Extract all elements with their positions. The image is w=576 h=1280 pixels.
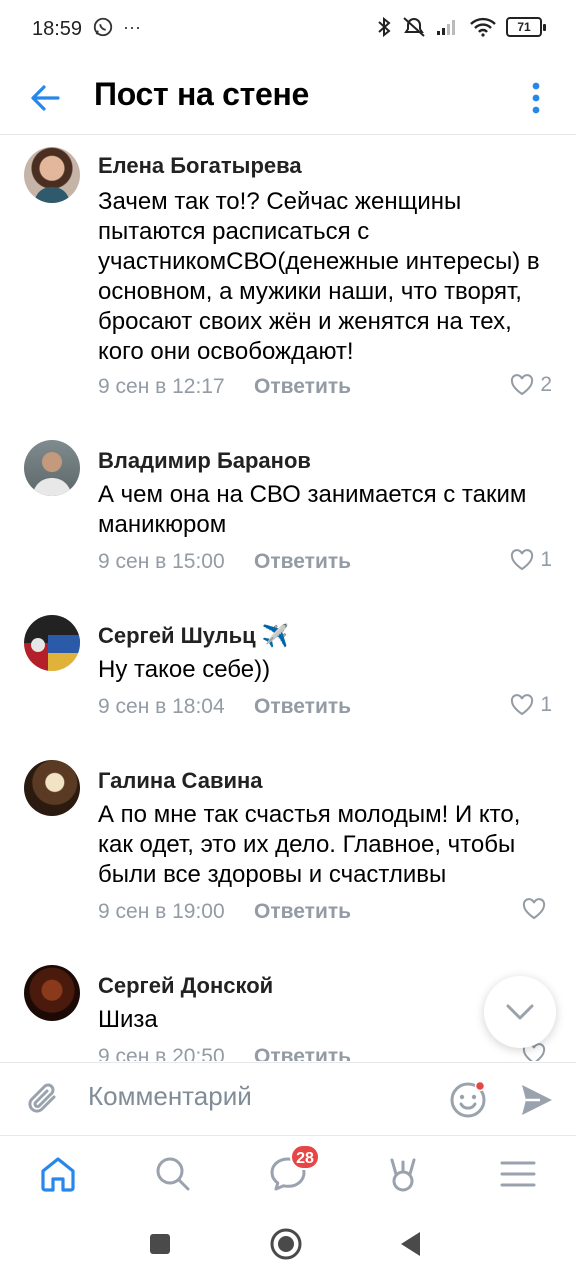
like-button[interactable]: 2 — [510, 373, 552, 397]
avatar[interactable] — [24, 965, 80, 1021]
nav-messages[interactable]: 28 — [266, 1144, 320, 1196]
reply-button[interactable]: Ответить — [254, 900, 351, 924]
comment-text: А чем она на СВО занимается с таким мани… — [98, 481, 527, 538]
services-icon — [390, 1158, 416, 1192]
attach-button[interactable] — [24, 1079, 64, 1124]
battery-icon: 71 — [506, 17, 546, 37]
comment-item: Владимир Баранов А чем она на СВО занима… — [0, 430, 576, 580]
smile-icon — [450, 1080, 486, 1118]
reply-button[interactable]: Ответить — [254, 550, 351, 574]
search-icon — [156, 1157, 190, 1191]
comment-author[interactable]: Владимир Баранов — [98, 448, 311, 474]
comment-author[interactable]: Сергей Донской — [98, 973, 273, 999]
comment-text: А по мне так счастья молодым! И кто, как… — [98, 801, 521, 888]
heart-icon — [511, 694, 534, 716]
avatar[interactable] — [24, 147, 80, 203]
comment-item: Галина Савина А по мне так счастья молод… — [0, 750, 576, 930]
comment-author[interactable]: Галина Савина — [98, 768, 263, 794]
battery-level: 71 — [506, 17, 542, 37]
vertical-dots-icon — [532, 82, 540, 114]
comment-author[interactable]: Елена Богатырева — [98, 153, 302, 179]
notification-icons: ··· — [92, 16, 141, 38]
menu-icon — [500, 1161, 536, 1187]
heart-icon — [522, 898, 546, 920]
triangle-back-icon — [401, 1232, 420, 1256]
comment-item: Елена Богатырева Зачем так то!? Сейчас ж… — [0, 135, 576, 425]
reply-button[interactable]: Ответить — [254, 375, 351, 399]
messages-badge: 28 — [290, 1144, 320, 1170]
bottom-navigation: 28 — [0, 1136, 576, 1212]
reply-button[interactable]: Ответить — [254, 695, 351, 719]
comment-input[interactable] — [88, 1081, 428, 1112]
like-button[interactable]: 1 — [510, 548, 552, 572]
bluetooth-icon — [378, 16, 391, 38]
status-bar: 18:59 ··· 71 — [0, 0, 576, 60]
back-system-button[interactable] — [398, 1230, 424, 1263]
comment-item: Сергей Шульц ✈️ Ну такое себе)) 9 сен в … — [0, 605, 576, 725]
recent-apps-button[interactable] — [148, 1232, 172, 1261]
nav-menu[interactable] — [496, 1152, 540, 1196]
like-count: 2 — [540, 373, 552, 396]
circle-icon — [270, 1228, 302, 1260]
mute-icon — [403, 17, 425, 37]
square-icon — [150, 1234, 170, 1254]
comments-list[interactable]: Елена Богатырева Зачем так то!? Сейчас ж… — [0, 135, 576, 1061]
comment-author[interactable]: Сергей Шульц ✈️ — [98, 623, 289, 649]
comment-input-bar — [0, 1062, 576, 1136]
nav-services[interactable] — [381, 1152, 425, 1196]
heart-icon — [511, 374, 534, 396]
app-header: Пост на стене — [0, 60, 576, 135]
nav-search[interactable] — [151, 1152, 195, 1196]
like-button[interactable]: 1 — [510, 693, 552, 717]
back-button[interactable] — [24, 76, 68, 120]
page-title: Пост на стене — [94, 76, 309, 112]
airplane-emoji: ✈️ — [261, 624, 290, 649]
home-icon — [41, 1157, 75, 1192]
chevron-down-icon — [506, 1004, 534, 1020]
comment-date: 9 сен в 12:17 — [98, 375, 225, 398]
paperclip-icon — [28, 1083, 56, 1113]
comment-date: 9 сен в 19:00 — [98, 900, 225, 923]
comment-text: Ну такое себе)) — [98, 656, 271, 683]
reply-button[interactable]: Ответить — [254, 1045, 351, 1061]
avatar[interactable] — [24, 440, 80, 496]
like-count: 1 — [540, 693, 552, 716]
status-time: 18:59 — [32, 18, 83, 40]
send-button[interactable] — [518, 1081, 556, 1124]
heart-icon — [511, 549, 534, 571]
system-navigation-bar — [0, 1212, 576, 1280]
emoji-button[interactable] — [448, 1079, 488, 1119]
avatar[interactable] — [24, 760, 80, 816]
scroll-down-button[interactable] — [484, 976, 556, 1048]
send-icon — [522, 1085, 552, 1115]
comment-date: 9 сен в 18:04 — [98, 695, 225, 718]
more-notifications-icon: ··· — [123, 16, 141, 37]
home-system-button[interactable] — [268, 1226, 304, 1267]
comment-date: 9 сен в 15:00 — [98, 550, 225, 573]
more-options-button[interactable] — [526, 76, 546, 120]
signal-icon — [437, 20, 455, 35]
avatar[interactable] — [24, 615, 80, 671]
comment-date: 9 сен в 20:50 — [98, 1045, 225, 1061]
status-right-icons: 71 — [376, 16, 546, 38]
arrow-left-icon — [31, 85, 60, 111]
like-button[interactable] — [522, 898, 552, 920]
whatsapp-icon — [93, 18, 113, 37]
wifi-icon — [470, 17, 496, 37]
like-count: 1 — [540, 548, 552, 571]
comment-text: Зачем так то!? Сейчас женщины пытаются р… — [98, 188, 540, 365]
nav-home[interactable] — [36, 1152, 80, 1196]
